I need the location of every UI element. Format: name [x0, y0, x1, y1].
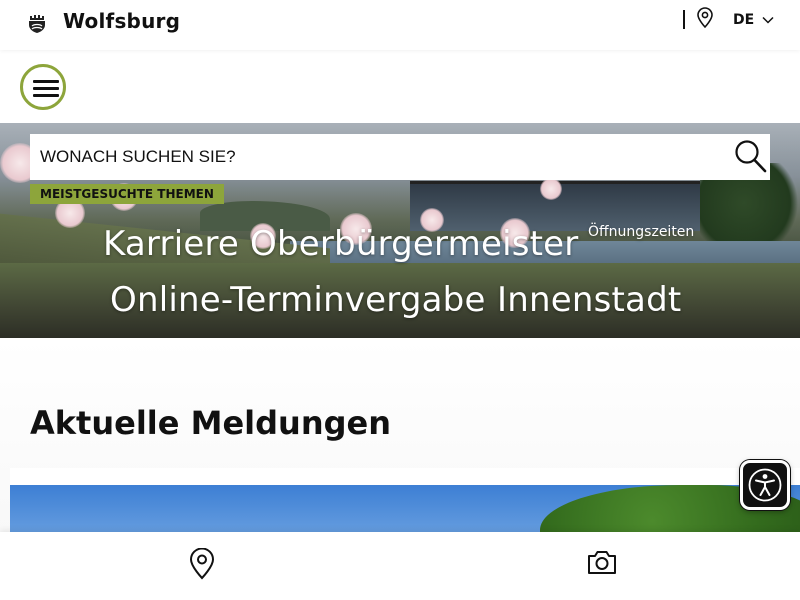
brand-name[interactable]: Wolfsburg	[63, 9, 180, 33]
bottom-nav	[0, 532, 800, 600]
page: Wolfsburg DE WONACH SUCHEN SIE? MEISTGES…	[0, 0, 800, 600]
search-bar	[30, 134, 770, 180]
nav-row	[0, 50, 800, 123]
hero-banner: MEISTGESUCHTE THEMEN Karriere Oberbürger…	[0, 123, 800, 338]
topic-link[interactable]: Oberbürgermeister	[250, 224, 578, 264]
city-crest-icon[interactable]	[27, 12, 47, 34]
topic-link[interactable]: Karriere	[103, 224, 239, 264]
hamburger-menu-icon[interactable]	[20, 64, 66, 110]
search-icon[interactable]	[734, 139, 768, 175]
section-heading: Aktuelle Meldungen	[30, 404, 391, 442]
accessibility-icon	[748, 468, 782, 502]
camera-icon[interactable]	[586, 548, 618, 576]
map-pin-icon[interactable]	[188, 548, 216, 580]
language-label: DE	[733, 12, 755, 28]
header-divider	[683, 10, 685, 29]
top-bar: Wolfsburg DE	[0, 0, 800, 50]
chevron-down-icon	[762, 16, 774, 24]
topic-link[interactable]: Online-Terminvergabe	[110, 280, 486, 320]
language-selector[interactable]: DE	[733, 12, 774, 28]
top-topics-label: MEISTGESUCHTE THEMEN	[30, 184, 224, 204]
news-card[interactable]	[10, 468, 800, 545]
topic-link[interactable]: Öffnungszeiten	[588, 224, 694, 240]
map-pin-icon[interactable]	[695, 7, 715, 29]
accessibility-button[interactable]	[740, 460, 790, 510]
search-input[interactable]	[30, 134, 710, 180]
topic-link[interactable]: Innenstadt	[497, 280, 681, 320]
